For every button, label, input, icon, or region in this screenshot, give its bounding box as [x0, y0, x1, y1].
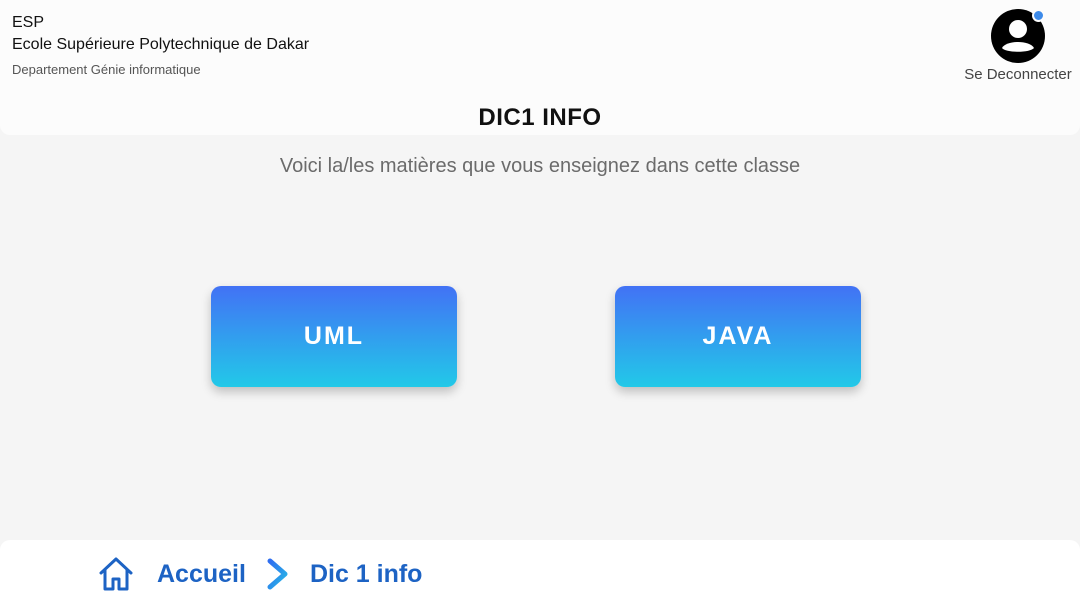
page-title: DIC1 INFO — [478, 104, 602, 131]
page: ESP Ecole Supérieure Polytechnique de Da… — [0, 0, 1080, 607]
header: ESP Ecole Supérieure Polytechnique de Da… — [0, 0, 1080, 135]
breadcrumb-home-link[interactable]: Accueil — [157, 560, 246, 589]
breadcrumb: Accueil Dic 1 info — [97, 554, 422, 594]
logout-label[interactable]: Se Deconnecter — [964, 66, 1072, 83]
subject-card-java[interactable]: JAVA — [615, 286, 861, 387]
page-subtitle: Voici la/les matières que vous enseignez… — [279, 155, 801, 177]
chevron-right-icon — [264, 557, 292, 591]
subject-card-uml[interactable]: UML — [211, 286, 457, 387]
school-name: Ecole Supérieure Polytechnique de Dakar — [12, 36, 310, 53]
school-abbreviation: ESP — [12, 14, 45, 31]
logout-button[interactable]: Se Deconnecter — [960, 8, 1076, 83]
subject-label: UML — [303, 322, 365, 350]
subject-label: JAVA — [702, 322, 774, 350]
avatar[interactable] — [990, 8, 1046, 64]
footer: Accueil Dic 1 info — [0, 540, 1080, 607]
notification-dot — [1032, 9, 1045, 22]
breadcrumb-current[interactable]: Dic 1 info — [310, 560, 423, 589]
home-icon[interactable] — [97, 555, 135, 593]
department-name: Departement Génie informatique — [12, 62, 201, 77]
school-info: ESP Ecole Supérieure Polytechnique de Da… — [12, 12, 309, 79]
